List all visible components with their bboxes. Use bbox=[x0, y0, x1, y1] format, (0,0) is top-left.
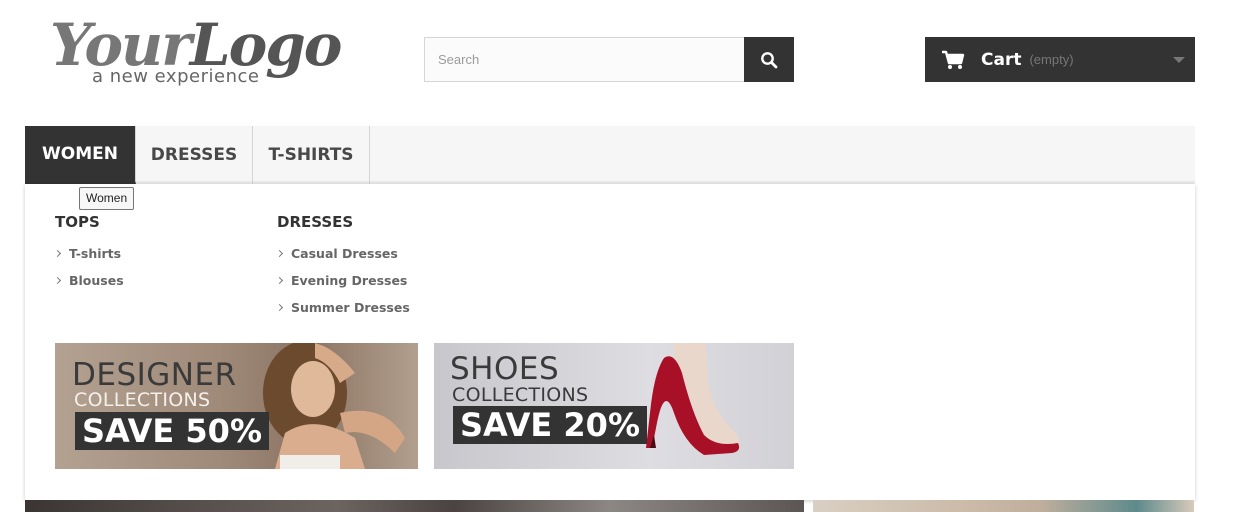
cart-icon bbox=[942, 50, 965, 69]
link-casual-dresses[interactable]: Casual Dresses bbox=[275, 246, 398, 261]
link-t-shirts[interactable]: T-shirts bbox=[53, 246, 122, 261]
site-logo[interactable]: YourLogo a new experience bbox=[50, 10, 342, 95]
logo-tagline: a new experience bbox=[92, 66, 260, 87]
cart-status: (empty) bbox=[1029, 52, 1074, 67]
link-label: Evening Dresses bbox=[291, 273, 408, 288]
banner-offer: SAVE 20% bbox=[453, 406, 647, 444]
link-summer-dresses[interactable]: Summer Dresses bbox=[275, 300, 410, 315]
link-label: Casual Dresses bbox=[291, 246, 398, 261]
banner-title: SHOES bbox=[450, 351, 560, 387]
link-evening-dresses[interactable]: Evening Dresses bbox=[275, 273, 408, 288]
search-bar bbox=[424, 37, 794, 82]
women-dropdown-panel: TOPS T-shirts Blouses DRESSES Casual Dre… bbox=[25, 184, 1195, 500]
search-icon bbox=[761, 51, 778, 68]
link-label: Summer Dresses bbox=[291, 300, 410, 315]
search-button[interactable] bbox=[744, 37, 794, 82]
menu-item-dresses[interactable]: DRESSES bbox=[136, 126, 253, 184]
banner-offer: SAVE 50% bbox=[75, 412, 269, 450]
tooltip: Women bbox=[79, 187, 135, 210]
chevron-right-icon bbox=[53, 249, 62, 258]
red-heel-photo bbox=[646, 343, 740, 455]
menu-item-t-shirts[interactable]: T-SHIRTS bbox=[253, 126, 370, 184]
cart-button[interactable]: Cart (empty) bbox=[925, 37, 1195, 82]
link-blouses[interactable]: Blouses bbox=[53, 273, 124, 288]
cart-label: Cart bbox=[981, 49, 1022, 70]
link-label: T-shirts bbox=[69, 246, 122, 261]
chevron-right-icon bbox=[275, 249, 284, 258]
column-title-dresses[interactable]: DRESSES bbox=[277, 213, 353, 231]
designer-collections-banner[interactable]: DESIGNER COLLECTIONS SAVE 50% bbox=[55, 343, 418, 469]
chevron-right-icon bbox=[53, 276, 62, 285]
chevron-down-icon bbox=[1173, 57, 1185, 63]
banner-subtitle: COLLECTIONS bbox=[452, 384, 589, 406]
shoes-collections-banner[interactable]: SHOES COLLECTIONS SAVE 20% bbox=[434, 343, 794, 469]
chevron-right-icon bbox=[275, 303, 284, 312]
model-photo bbox=[263, 343, 405, 469]
slider-image[interactable] bbox=[25, 500, 804, 512]
banner-subtitle: COLLECTIONS bbox=[74, 389, 211, 411]
column-title-tops[interactable]: TOPS bbox=[55, 213, 100, 231]
chevron-right-icon bbox=[275, 276, 284, 285]
menu-item-women[interactable]: WOMEN bbox=[25, 126, 136, 184]
search-input[interactable] bbox=[424, 37, 744, 82]
main-menu: WOMEN DRESSES T-SHIRTS bbox=[25, 126, 1195, 184]
promo-image[interactable] bbox=[813, 500, 1194, 512]
banner-title: DESIGNER bbox=[72, 357, 237, 393]
link-label: Blouses bbox=[69, 273, 124, 288]
